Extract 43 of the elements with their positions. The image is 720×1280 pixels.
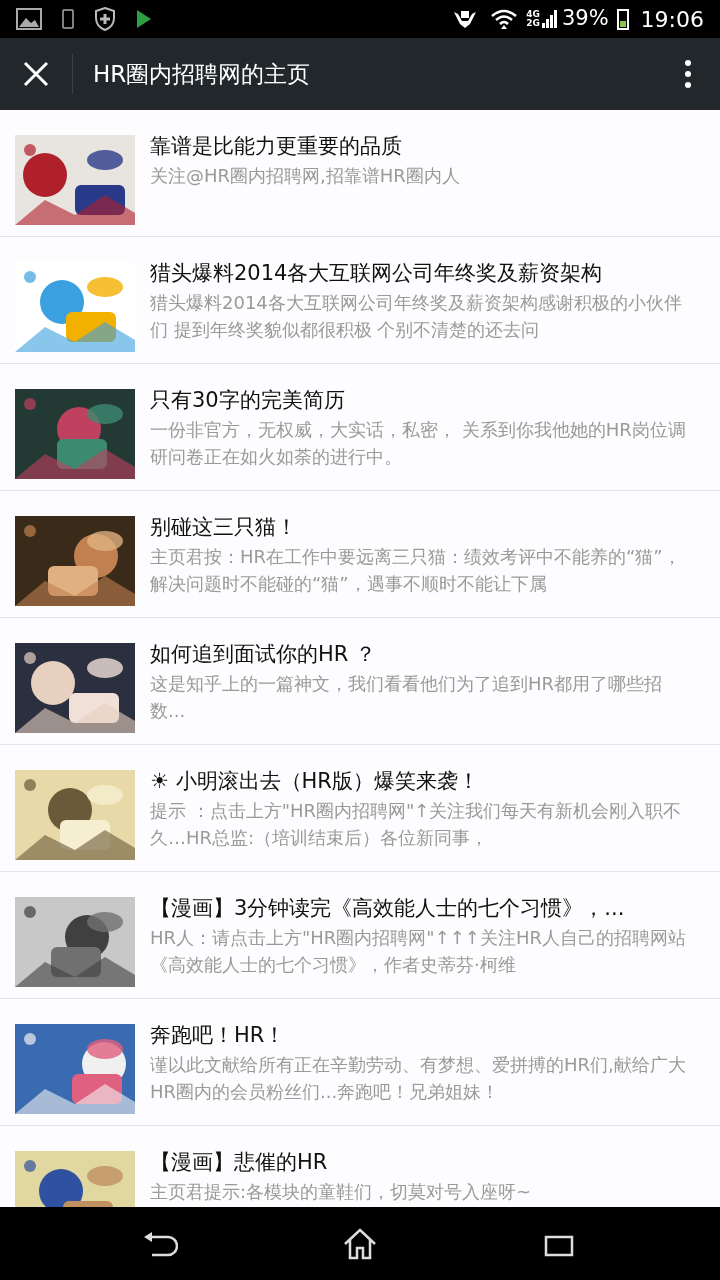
article-item[interactable]: 【漫画】3分钟读完《高效能人士的七个习惯》，... HR人：请点击上方"HR圈内招聘网"↑↑↑关注HR人自己的招聘网站《高效能人士的七个习惯》，作者史蒂芬·柯维 (0, 872, 720, 999)
page-title: HR圈内招聘网的主页 (93, 59, 312, 89)
phone-icon (62, 9, 74, 29)
article-summary: 关注@HR圈内招聘网,招靠谱HR圈内人 (150, 164, 461, 188)
more-icon (684, 59, 692, 89)
article-title: 奔跑吧！HR！ (150, 1022, 287, 1049)
network-label: 2G (526, 19, 540, 28)
article-title: 【漫画】3分钟读完《高效能人士的七个习惯》，... (150, 895, 626, 922)
article-summary: 提示 ：点击上方"HR圈内招聘网"↑关注我们每天有新机会刚入职不久…HR总监:（培训结束后）各位新同事， (150, 799, 683, 850)
signal-icon (541, 9, 558, 29)
article-title: ☀ 小明滚出去（HR版）爆笑来袭！ (150, 768, 480, 795)
article-summary: HR人：请点击上方"HR圈内招聘网"↑↑↑关注HR人自己的招聘网站《高效能人士的七个习惯》，作者史蒂芬·柯维 (150, 926, 687, 977)
article-summary: 谨以此文献给所有正在辛勤劳动、有梦想、爱拼搏的HR们,献给广大HR圈内的会员粉丝们...奔跑吧！兄弟姐妹！ (150, 1053, 687, 1104)
battery-icon (616, 8, 629, 30)
article-item[interactable]: 如何追到面试你的HR ？ 这是知乎上的一篇神文，我们看看他们为了追到HR都用了哪些招数... (0, 618, 720, 745)
article-item[interactable]: 靠谱是比能力更重要的品质 关注@HR圈内招聘网,招靠谱HR圈内人 (0, 110, 720, 237)
article-item[interactable]: ☀ 小明滚出去（HR版）爆笑来袭！ 提示 ：点击上方"HR圈内招聘网"↑关注我们每天有新机会刚入职不久…HR总监:（培训结束后）各位新同事， (0, 745, 720, 872)
article-summary: 猎头爆料2014各大互联网公司年终奖及薪资架构感谢积极的小伙伴们 提到年终奖貌似都很积极 个别不清楚的还去问 (150, 291, 683, 342)
article-summary: 这是知乎上的一篇神文，我们看看他们为了追到HR都用了哪些招数... (150, 672, 664, 723)
article-title: 【漫画】悲催的HR (150, 1149, 329, 1176)
clock: 19:06 (640, 5, 704, 34)
article-summary: 主页君按：HR在工作中要远离三只猫：绩效考评中不能养的“猫”，解决问题时不能碰的“猫”，遇事不顺时不能让下属 (150, 545, 682, 596)
network-label: 4G (526, 10, 540, 19)
home-icon (343, 1227, 377, 1260)
article-item[interactable]: 奔跑吧！HR！ 谨以此文献给所有正在辛勤劳动、有梦想、爱拼搏的HR们,献给广大HR圈内的会员粉丝们...奔跑吧！兄弟姐妹！ (0, 999, 720, 1126)
hands-icon (452, 8, 479, 30)
article-title: 猎头爆料2014各大互联网公司年终奖及薪资架构 (150, 260, 604, 287)
article-title: 如何追到面试你的HR ？ (150, 641, 378, 668)
article-item[interactable]: 只有30字的完美简历 一份非官方，无权威，大实话，私密， 关系到你我他她的HR岗位调研问卷正在如火如荼的进行中。 (0, 364, 720, 491)
back-icon (142, 1229, 178, 1258)
article-title: 靠谱是比能力更重要的品质 (150, 133, 403, 160)
shield-icon (94, 7, 116, 31)
play-icon (136, 9, 152, 29)
wifi-icon (490, 8, 519, 30)
article-title: 别碰这三只猫！ (150, 514, 298, 541)
article-item[interactable]: 猎头爆料2014各大互联网公司年终奖及薪资架构 猎头爆料2014各大互联网公司年终奖及薪资架构感谢积极的小伙伴们 提到年终奖貌似都很积极 个别不清楚的还去问 (0, 237, 720, 364)
battery-percent: 39% (561, 5, 609, 33)
article-title: 只有30字的完美简历 (150, 387, 346, 414)
gallery-icon (16, 8, 42, 30)
article-item[interactable]: 别碰这三只猫！ 主页君按：HR在工作中要远离三只猫：绩效考评中不能养的“猫”，解决问题时不能碰的“猫”，遇事不顺时不能让下属 (0, 491, 720, 618)
article-summary: 一份非官方，无权威，大实话，私密， 关系到你我他她的HR岗位调研问卷正在如火如荼的进行中。 (150, 418, 687, 469)
article-summary: 主页君提示:各模块的童鞋们，切莫对号入座呀~ (150, 1180, 533, 1204)
close-icon (23, 61, 49, 87)
